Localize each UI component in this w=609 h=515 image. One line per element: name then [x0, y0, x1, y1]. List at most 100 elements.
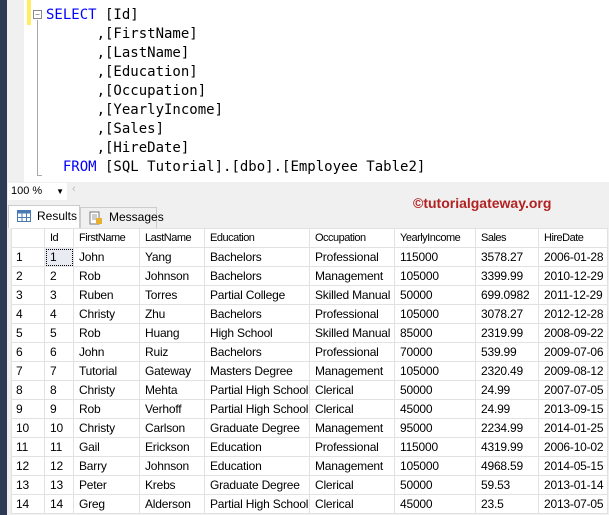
row-number[interactable]: 1: [11, 247, 45, 267]
table-cell[interactable]: 2007-07-05: [538, 380, 608, 400]
column-header[interactable]: FirstName: [73, 228, 140, 248]
table-cell[interactable]: 10: [44, 418, 74, 438]
table-cell[interactable]: Torres: [139, 285, 205, 305]
table-cell[interactable]: 105000: [394, 266, 476, 286]
table-cell[interactable]: 85000: [394, 323, 476, 343]
table-cell[interactable]: 2008-09-22: [538, 323, 608, 343]
table-cell[interactable]: 3578.27: [475, 247, 539, 267]
table-row[interactable]: 2 2 Rob Johnson Bachelors Management 105000 339…: [11, 266, 608, 286]
table-cell[interactable]: Partial College: [204, 285, 310, 305]
column-header[interactable]: Education: [204, 228, 310, 248]
table-cell[interactable]: 3: [44, 285, 74, 305]
table-row[interactable]: 4 4 Christy Zhu Bachelors Professional 105000 3…: [11, 304, 608, 324]
table-cell[interactable]: 59.53: [475, 475, 539, 495]
table-cell[interactable]: Rob: [73, 323, 140, 343]
table-cell[interactable]: Gateway: [139, 361, 205, 381]
table-cell[interactable]: Ruben: [73, 285, 140, 305]
table-row[interactable]: 12 12 Barry Johnson Education Management 10500…: [11, 456, 608, 476]
table-cell[interactable]: 23.5: [475, 494, 539, 514]
column-header[interactable]: Occupation: [309, 228, 395, 248]
table-cell[interactable]: Education: [204, 437, 310, 457]
table-cell[interactable]: Bachelors: [204, 266, 310, 286]
table-cell[interactable]: Partial High School: [204, 380, 310, 400]
table-cell[interactable]: 2319.99: [475, 323, 539, 343]
table-cell[interactable]: 4319.99: [475, 437, 539, 457]
table-cell[interactable]: 699.0982: [475, 285, 539, 305]
table-cell[interactable]: Education: [204, 456, 310, 476]
table-cell[interactable]: Clerical: [309, 399, 395, 419]
table-cell[interactable]: Christy: [73, 418, 140, 438]
row-number[interactable]: 6: [11, 342, 45, 362]
table-cell[interactable]: 4968.59: [475, 456, 539, 476]
table-row[interactable]: 9 9 Rob Verhoff Partial High School Clerical 4…: [11, 399, 608, 419]
table-cell[interactable]: Clerical: [309, 494, 395, 514]
table-cell[interactable]: 105000: [394, 304, 476, 324]
table-cell[interactable]: 13: [44, 475, 74, 495]
table-cell[interactable]: 2009-08-12: [538, 361, 608, 381]
column-header[interactable]: YearlyIncome: [394, 228, 476, 248]
row-number[interactable]: 14: [11, 494, 45, 514]
table-cell[interactable]: 2320.49: [475, 361, 539, 381]
table-cell[interactable]: 50000: [394, 475, 476, 495]
table-cell[interactable]: Greg: [73, 494, 140, 514]
table-cell[interactable]: 3078.27: [475, 304, 539, 324]
table-cell[interactable]: 4: [44, 304, 74, 324]
table-cell[interactable]: 2014-01-25: [538, 418, 608, 438]
table-cell[interactable]: 24.99: [475, 399, 539, 419]
table-cell[interactable]: Skilled Manual: [309, 323, 395, 343]
table-cell[interactable]: Alderson: [139, 494, 205, 514]
table-cell[interactable]: 2012-12-28: [538, 304, 608, 324]
table-cell[interactable]: 1: [44, 247, 74, 267]
table-cell[interactable]: Clerical: [309, 475, 395, 495]
collapse-icon[interactable]: −: [33, 10, 42, 19]
table-cell[interactable]: Johnson: [139, 456, 205, 476]
table-cell[interactable]: High School: [204, 323, 310, 343]
table-cell[interactable]: 50000: [394, 380, 476, 400]
table-cell[interactable]: 8: [44, 380, 74, 400]
table-cell[interactable]: 2013-09-15: [538, 399, 608, 419]
table-cell[interactable]: Management: [309, 361, 395, 381]
table-row[interactable]: 1 1 John Yang Bachelors Professional 115000 357…: [11, 247, 608, 267]
table-cell[interactable]: 7: [44, 361, 74, 381]
table-cell[interactable]: 9: [44, 399, 74, 419]
table-cell[interactable]: John: [73, 342, 140, 362]
table-cell[interactable]: Gail: [73, 437, 140, 457]
table-cell[interactable]: Partial High School: [204, 399, 310, 419]
table-cell[interactable]: 50000: [394, 285, 476, 305]
table-cell[interactable]: 2013-07-05: [538, 494, 608, 514]
row-number[interactable]: 10: [11, 418, 45, 438]
table-cell[interactable]: 2234.99: [475, 418, 539, 438]
table-cell[interactable]: 3399.99: [475, 266, 539, 286]
table-cell[interactable]: Graduate Degree: [204, 418, 310, 438]
zoom-select[interactable]: 100 % ▼: [8, 183, 67, 200]
table-cell[interactable]: Professional: [309, 437, 395, 457]
table-cell[interactable]: John: [73, 247, 140, 267]
row-number[interactable]: 7: [11, 361, 45, 381]
table-row[interactable]: 14 14 Greg Alderson Partial High School Cleri…: [11, 494, 608, 514]
table-cell[interactable]: 70000: [394, 342, 476, 362]
table-cell[interactable]: Krebs: [139, 475, 205, 495]
table-cell[interactable]: 2010-12-29: [538, 266, 608, 286]
table-cell[interactable]: 539.99: [475, 342, 539, 362]
scroll-left-icon[interactable]: ‹: [72, 183, 76, 195]
table-cell[interactable]: 105000: [394, 361, 476, 381]
table-cell[interactable]: 2: [44, 266, 74, 286]
column-header[interactable]: [11, 228, 45, 248]
column-header[interactable]: Id: [44, 228, 74, 248]
table-row[interactable]: 3 3 Ruben Torres Partial College Skilled Manu…: [11, 285, 608, 305]
table-cell[interactable]: 2006-10-02: [538, 437, 608, 457]
column-header[interactable]: LastName: [139, 228, 205, 248]
table-cell[interactable]: 2014-05-15: [538, 456, 608, 476]
table-row[interactable]: 11 11 Gail Erickson Education Professional 115…: [11, 437, 608, 457]
row-number[interactable]: 13: [11, 475, 45, 495]
table-cell[interactable]: 45000: [394, 399, 476, 419]
table-cell[interactable]: Partial High School: [204, 494, 310, 514]
table-cell[interactable]: Professional: [309, 247, 395, 267]
table-cell[interactable]: Huang: [139, 323, 205, 343]
table-cell[interactable]: 6: [44, 342, 74, 362]
table-row[interactable]: 5 5 Rob Huang High School Skilled Manual 85000…: [11, 323, 608, 343]
table-cell[interactable]: Carlson: [139, 418, 205, 438]
table-cell[interactable]: Bachelors: [204, 342, 310, 362]
row-number[interactable]: 5: [11, 323, 45, 343]
row-number[interactable]: 12: [11, 456, 45, 476]
